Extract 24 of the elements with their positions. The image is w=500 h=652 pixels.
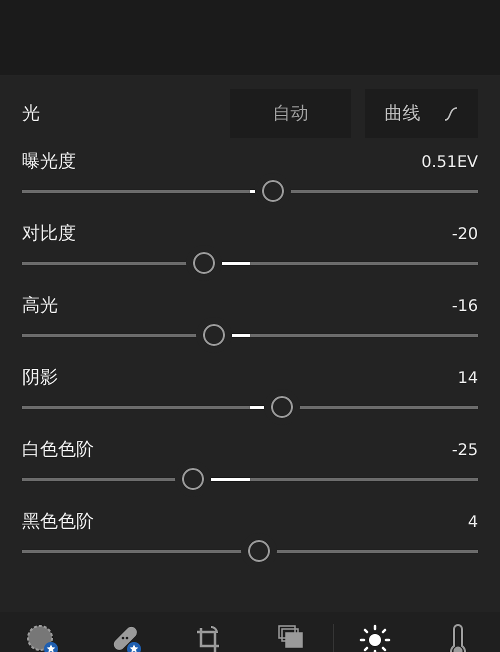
slider-label: 白色色阶 — [22, 441, 94, 459]
slider-value: -25 — [452, 442, 478, 458]
slider-fill — [250, 406, 264, 409]
slider-value: 14 — [458, 370, 478, 386]
auto-button[interactable]: 自动 — [230, 89, 351, 138]
slider-value: -16 — [452, 298, 478, 314]
slider-label: 阴影 — [22, 369, 58, 387]
slider-fill — [232, 334, 250, 337]
sun-icon[interactable] — [359, 624, 391, 652]
curve-button[interactable]: 曲线 — [365, 89, 478, 138]
slider-fill — [222, 262, 250, 265]
section-title: 光 — [22, 102, 41, 126]
slider-label: 曝光度 — [22, 153, 76, 171]
slider-value: -20 — [452, 226, 478, 242]
selective-brush-icon[interactable] — [26, 624, 58, 652]
curve-icon — [442, 106, 458, 122]
slider-fill — [250, 190, 255, 193]
slider-value: 4 — [468, 514, 478, 530]
thermometer-icon[interactable] — [448, 624, 468, 652]
slider-value: 0.51EV — [421, 154, 478, 170]
slider-fill — [211, 478, 250, 481]
slider-label: 高光 — [22, 297, 58, 315]
slider-label: 对比度 — [22, 225, 76, 243]
slider-label: 黑色色阶 — [22, 513, 94, 531]
